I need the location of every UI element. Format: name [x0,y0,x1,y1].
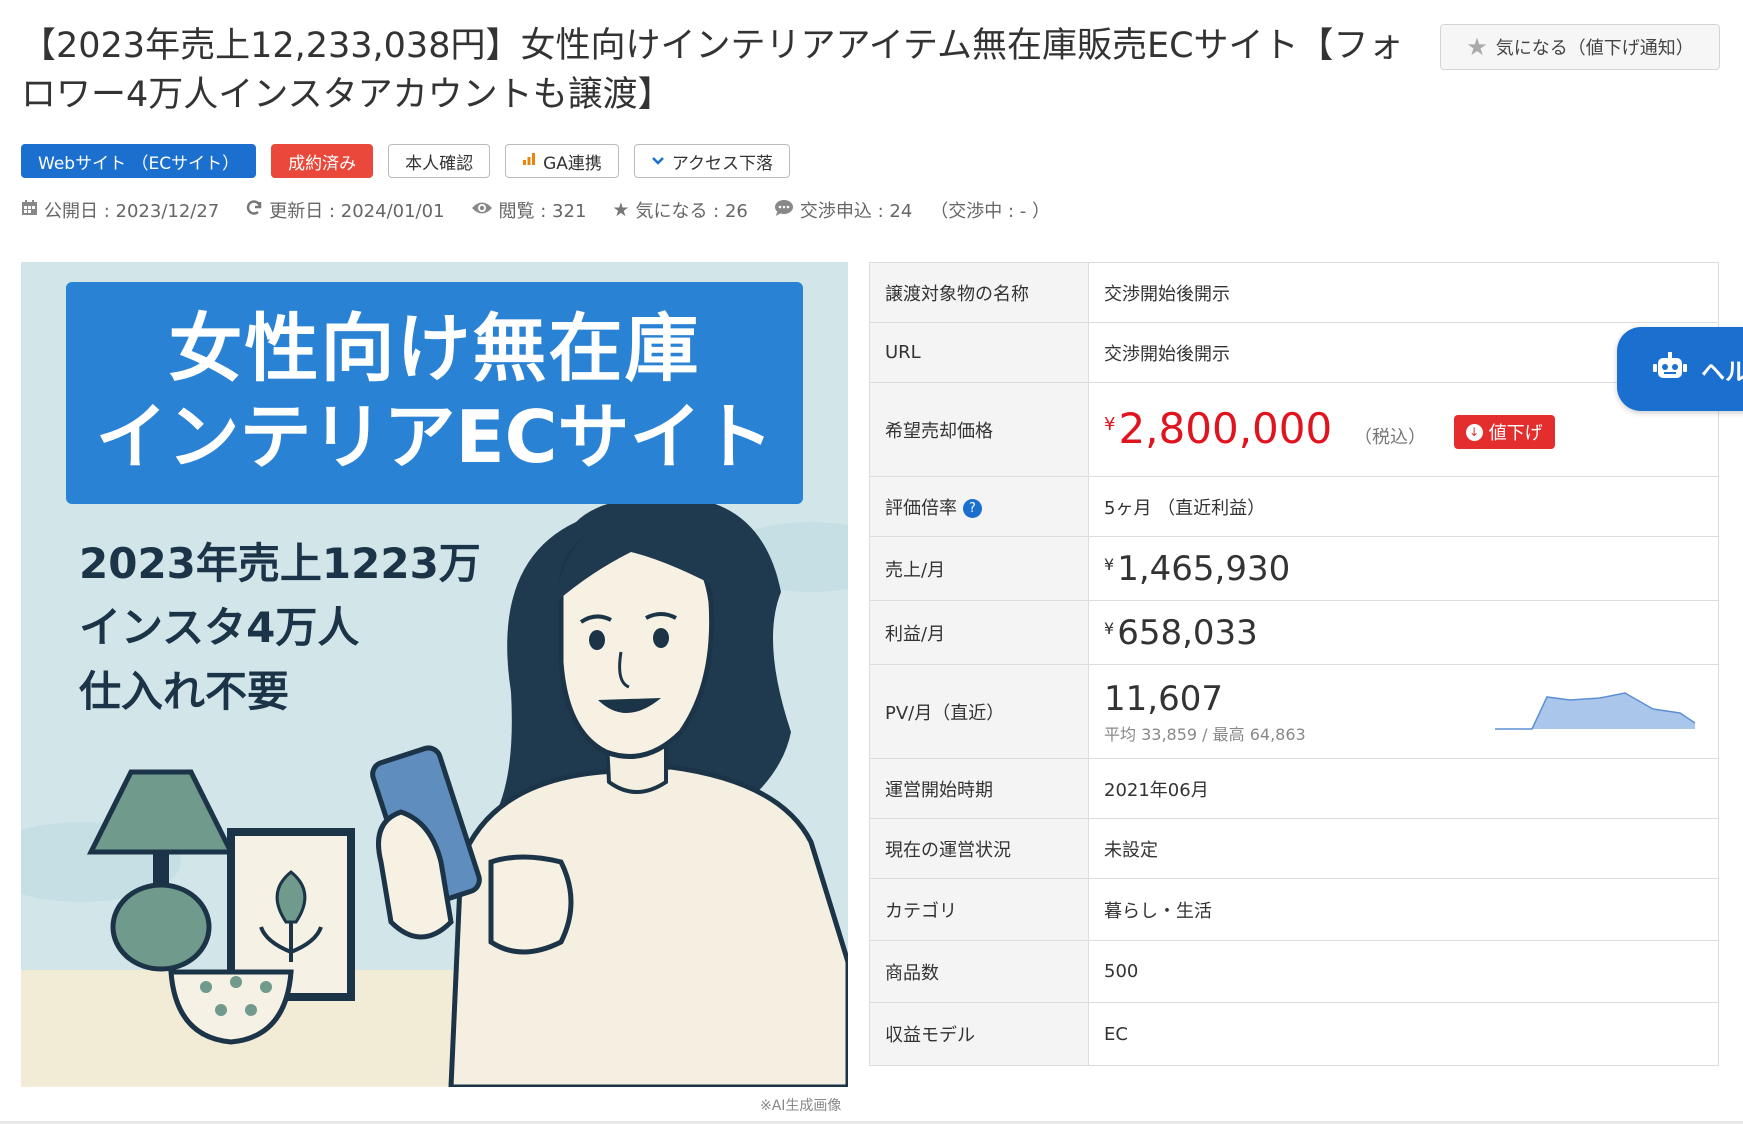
spec-value: 2021年06月 [1088,758,1719,819]
spec-row-sales: 売上/月 ¥1,465,930 [869,536,1719,601]
spec-value: 暮らし・生活 [1088,878,1719,941]
spec-key: 売上/月 [869,536,1089,601]
favorite-button[interactable]: ★ 気になる（値下げ通知） [1440,24,1720,70]
hero-sub-line3: 仕入れ不要 [79,667,290,716]
spec-value: ¥1,465,930 [1088,536,1719,601]
spec-value: ¥658,033 [1088,600,1719,665]
spec-key: URL [869,322,1089,383]
spec-row-price: 希望売却価格 ¥2,800,000 （税込） ↓ 値下げ [869,382,1719,477]
tag-label: 成約済み [288,153,357,174]
meta-updated: 更新日 : 2024/01/01 [245,197,445,223]
help-chat-tab[interactable]: ヘル [1617,327,1743,411]
help-icon[interactable]: ? [963,499,982,518]
page-title: 【2023年売上12,233,038円】女性向けインテリアアイテム無在庫販売EC… [21,26,1404,115]
spec-key: 運営開始時期 [869,758,1089,819]
monthly-sales: 1,465,930 [1117,548,1291,589]
tag-identity-verified: 本人確認 [388,144,491,178]
meta-negotiations-text: 交渉申込 : 24 [799,201,913,222]
spec-key: 利益/月 [869,600,1089,665]
tag-label: 本人確認 [405,153,474,174]
favorite-button-label: 気になる（値下げ通知） [1495,38,1694,59]
asking-price: ¥2,800,000 [1104,404,1332,453]
listing-meta: 公開日 : 2023/12/27 更新日 : 2024/01/01 閲覧 : 3… [21,197,1050,223]
hero-banner-line2: インテリアECサイト [95,395,774,479]
spec-row-profit: 利益/月 ¥658,033 [869,600,1719,665]
meta-favorites-text: 気になる : 26 [635,201,748,222]
tag-label: アクセス下落 [671,153,774,174]
hero-sub-line1: 2023年売上1223万 [79,539,481,588]
spec-key: 評価倍率? [869,476,1089,537]
spec-key: PV/月（直近） [869,664,1089,759]
tag-sold-status: 成約済み [271,144,374,178]
spec-key: 収益モデル [869,1002,1089,1066]
meta-published: 公開日 : 2023/12/27 [21,197,219,223]
hero-banner-line1: 女性向け無在庫 [168,306,701,392]
spec-row-category: カテゴリ 暮らし・生活 [869,878,1719,941]
star-icon: ★ [612,199,630,221]
spec-value: 500 [1088,940,1719,1003]
spec-row-name: 譲渡対象物の名称 交渉開始後開示 [869,262,1719,323]
arrow-down-circle-icon: ↓ [1465,423,1483,441]
spec-value: 交渉開始後開示 [1088,262,1719,323]
currency-symbol: ¥ [1104,554,1115,574]
monthly-profit: 658,033 [1117,612,1258,653]
spec-value: 11,607 平均 33,859 / 最高 64,863 [1088,664,1719,759]
spec-table: 譲渡対象物の名称 交渉開始後開示 URL 交渉開始後開示 希望売却価格 ¥2,8… [869,262,1719,1066]
tag-access-decline[interactable]: アクセス下落 [633,144,791,178]
hero-sub-line2: インスタ4万人 [79,603,360,652]
spec-key: カテゴリ [869,878,1089,941]
spec-key: 現在の運営状況 [869,818,1089,879]
currency-symbol: ¥ [1104,414,1116,435]
tag-label: GA連携 [543,153,602,174]
tax-included-note: （税込） [1353,427,1426,448]
ai-generated-note: ※AI生成画像 [760,1098,842,1114]
meta-updated-text: 更新日 : 2024/01/01 [269,201,445,222]
tag-ga-linked: GA連携 [505,144,619,178]
price-drop-badge: ↓ 値下げ [1453,415,1555,449]
chat-bubble-icon [774,199,794,222]
multiple-label: 評価倍率 [885,497,957,519]
meta-published-text: 公開日 : 2023/12/27 [44,201,220,222]
spec-row-pv: PV/月（直近） 11,607 平均 33,859 / 最高 64,863 [869,664,1719,759]
spec-value: 未設定 [1088,818,1719,879]
spec-row-status: 現在の運営状況 未設定 [869,818,1719,879]
pv-sparkline [1495,692,1696,730]
listing-hero-image: 女性向け無在庫 インテリアECサイト 2023年売上1223万 インスタ4万人 … [21,262,848,1087]
bar-chart-icon [522,152,536,170]
robot-icon [1653,351,1687,387]
spec-key: 商品数 [869,940,1089,1003]
spec-row-url: URL 交渉開始後開示 [869,322,1719,383]
spec-row-items: 商品数 500 [869,940,1719,1003]
refresh-icon [245,199,263,222]
meta-favorites: ★ 気になる : 26 [612,197,747,223]
meta-in-negotiation-text: （交渉中 : - ） [930,201,1051,222]
asking-price-value: 2,800,000 [1118,404,1333,453]
eye-icon [471,199,493,221]
meta-negotiations: 交渉申込 : 24 （交渉中 : - ） [774,197,1050,223]
chevron-down-icon [651,152,665,170]
price-drop-label: 値下げ [1488,423,1543,444]
spec-row-multiple: 評価倍率? 5ヶ月 （直近利益） [869,476,1719,537]
tag-category[interactable]: Webサイト （ECサイト） [21,144,257,178]
currency-symbol: ¥ [1104,618,1115,638]
calendar-icon [21,199,38,221]
spec-key: 希望売却価格 [869,382,1089,477]
meta-views: 閲覧 : 321 [471,197,587,223]
help-tab-label: ヘル [1701,357,1743,386]
spec-value: EC [1088,1002,1719,1066]
spec-key: 譲渡対象物の名称 [869,262,1089,323]
meta-views-text: 閲覧 : 321 [498,201,587,222]
star-icon: ★ [1466,33,1488,61]
tag-list: Webサイト （ECサイト） 成約済み 本人確認 GA連携 アクセス下落 [21,144,791,178]
spec-row-model: 収益モデル EC [869,1002,1719,1066]
spec-value: 5ヶ月 （直近利益） [1088,476,1719,537]
spec-row-start: 運営開始時期 2021年06月 [869,758,1719,819]
hero-banner: 女性向け無在庫 インテリアECサイト [66,282,803,504]
tag-label: Webサイト （ECサイト） [38,153,240,174]
